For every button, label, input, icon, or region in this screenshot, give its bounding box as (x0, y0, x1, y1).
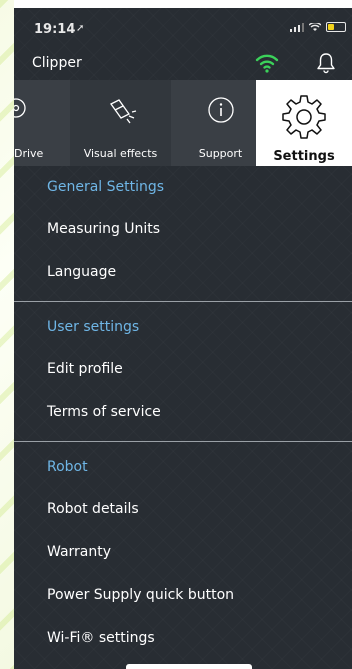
location-arrow-icon: ➚ (76, 23, 85, 34)
menu-item-measuring-units[interactable]: Measuring Units (14, 208, 352, 251)
section-title: Robot (47, 459, 88, 475)
notification-bell-icon[interactable] (316, 52, 336, 74)
section-general-settings: General Settings Measuring Units Languag… (14, 166, 352, 294)
steering-icon (14, 98, 26, 118)
menu-item-terms-of-service[interactable]: Terms of service (14, 391, 352, 434)
robot-wifi-connected-icon (255, 54, 279, 73)
tab-drive[interactable]: Drive (14, 80, 70, 166)
tab-label: Settings (273, 149, 335, 164)
app-header: Clipper (14, 48, 352, 80)
section-divider (14, 441, 352, 442)
menu-item-robot-details[interactable]: Robot details (14, 488, 352, 531)
section-robot: Robot Robot details Warranty Power Suppl… (14, 446, 352, 660)
signal-icon (290, 22, 304, 32)
home-indicator (126, 664, 252, 669)
app-title: Clipper (32, 55, 82, 71)
info-icon (207, 97, 234, 123)
tab-settings[interactable]: Settings (256, 80, 352, 166)
sparkle-light-icon (109, 99, 136, 124)
menu-item-language[interactable]: Language (14, 251, 352, 294)
menu-item-power-supply-quick-button[interactable]: Power Supply quick button (14, 574, 352, 617)
side-menu-panel: 19:14 ➚ Clipper Drive Visual effects Sup… (14, 8, 352, 669)
tab-label: Drive (14, 147, 44, 160)
section-divider (14, 301, 352, 302)
battery-icon (326, 22, 346, 32)
settings-menu: General Settings Measuring Units Languag… (14, 166, 352, 660)
tab-label: Visual effects (83, 147, 158, 160)
section-user-settings: User settings Edit profile Terms of serv… (14, 306, 352, 434)
menu-item-edit-profile[interactable]: Edit profile (14, 348, 352, 391)
menu-item-warranty[interactable]: Warranty (14, 531, 352, 574)
status-bar: 19:14 ➚ (14, 8, 352, 44)
tab-visual-effects[interactable]: Visual effects (70, 80, 171, 166)
wifi-status-icon (309, 22, 321, 31)
gear-icon (282, 95, 326, 139)
menu-item-wifi-settings[interactable]: Wi-Fi® settings (14, 617, 352, 660)
background-pattern (0, 0, 14, 669)
section-title: User settings (47, 319, 140, 335)
section-title: General Settings (47, 179, 165, 195)
status-time: 19:14 (34, 22, 76, 37)
tab-bar: Drive Visual effects Support Settings (14, 80, 352, 166)
